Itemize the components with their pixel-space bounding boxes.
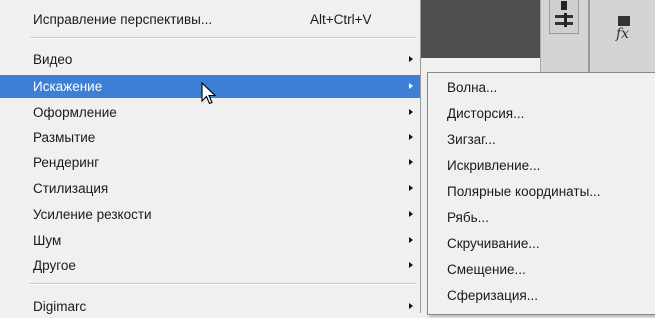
submenu-item-label: Полярные координаты... (447, 184, 601, 199)
menu-item-blur[interactable]: Размытие (0, 126, 420, 149)
submenu-arrow-icon (409, 83, 413, 89)
layers-panel-toolbar: fx (540, 0, 655, 72)
menu-item-label: Оформление (33, 105, 117, 120)
submenu-item-displace[interactable]: Смещение... (428, 258, 655, 282)
menu-separator (30, 37, 416, 39)
submenu-item-label: Дисторсия... (447, 106, 525, 121)
menu-item-perspective[interactable]: Исправление перспективы... Alt+Ctrl+V (0, 8, 420, 31)
submenu-item-shear[interactable]: Искривление... (428, 154, 655, 178)
submenu-arrow-icon (409, 109, 413, 115)
submenu-item-label: Скручивание... (447, 236, 540, 251)
menu-item-label: Digimarc (33, 299, 87, 314)
submenu-arrow-icon (409, 134, 413, 140)
menu-item-label: Искажение (33, 79, 103, 94)
menu-item-other[interactable]: Другое (0, 254, 420, 277)
menu-item-shortcut: Alt+Ctrl+V (310, 12, 372, 27)
submenu-item-ripple[interactable]: Рябь... (428, 206, 655, 230)
distort-submenu: Волна... Дисторсия... Зигзаг... Искривле… (427, 72, 655, 315)
submenu-arrow-icon (409, 211, 413, 217)
submenu-item-label: Зигзаг... (447, 132, 496, 147)
menu-item-label: Другое (33, 258, 76, 273)
menu-item-label: Видео (33, 52, 73, 67)
submenu-arrow-icon (409, 262, 413, 268)
submenu-item-label: Сферизация... (447, 288, 538, 303)
submenu-arrow-icon (409, 185, 413, 191)
submenu-item-label: Волна... (447, 80, 498, 95)
menu-item-digimarc[interactable]: Digimarc (0, 295, 420, 318)
menu-item-label: Усиление резкости (33, 207, 152, 222)
menu-item-sharpen[interactable]: Усиление резкости (0, 203, 420, 226)
menu-separator (30, 283, 416, 285)
submenu-arrow-icon (409, 56, 413, 62)
mouse-cursor-icon (201, 82, 217, 105)
canvas-area (420, 0, 540, 58)
filter-menu: Исправление перспективы... Alt+Ctrl+V Ви… (0, 0, 421, 314)
menu-item-label: Рендеринг (33, 155, 100, 170)
menu-item-label: Шум (33, 233, 62, 248)
submenu-item-spherize[interactable]: Сферизация... (428, 284, 655, 308)
fx-label: fx (616, 26, 630, 42)
menu-item-video[interactable]: Видео (0, 48, 420, 71)
menu-item-noise[interactable]: Шум (0, 229, 420, 252)
submenu-arrow-icon (409, 237, 413, 243)
submenu-item-label: Рябь... (447, 210, 489, 225)
brush-icon (555, 1, 573, 27)
menu-item-stylize[interactable]: Стилизация (0, 177, 420, 200)
menu-item-render[interactable]: Рендеринг (0, 151, 420, 174)
submenu-item-polar-coordinates[interactable]: Полярные координаты... (428, 180, 655, 204)
submenu-item-wave[interactable]: Волна... (428, 76, 655, 100)
submenu-item-lens-correction[interactable]: Дисторсия... (428, 102, 655, 126)
submenu-item-zigzag[interactable]: Зигзаг... (428, 128, 655, 152)
menu-item-label: Размытие (33, 130, 96, 145)
menu-item-label: Стилизация (33, 181, 109, 196)
menu-item-label: Исправление перспективы... (33, 12, 213, 27)
fx-icon[interactable]: fx (616, 16, 636, 42)
submenu-item-label: Смещение... (447, 262, 526, 277)
panel-divider (588, 0, 590, 72)
submenu-item-twirl[interactable]: Скручивание... (428, 232, 655, 256)
submenu-arrow-icon (409, 159, 413, 165)
submenu-item-label: Искривление... (447, 158, 541, 173)
submenu-arrow-icon (409, 303, 413, 309)
panel-button[interactable] (549, 0, 579, 34)
